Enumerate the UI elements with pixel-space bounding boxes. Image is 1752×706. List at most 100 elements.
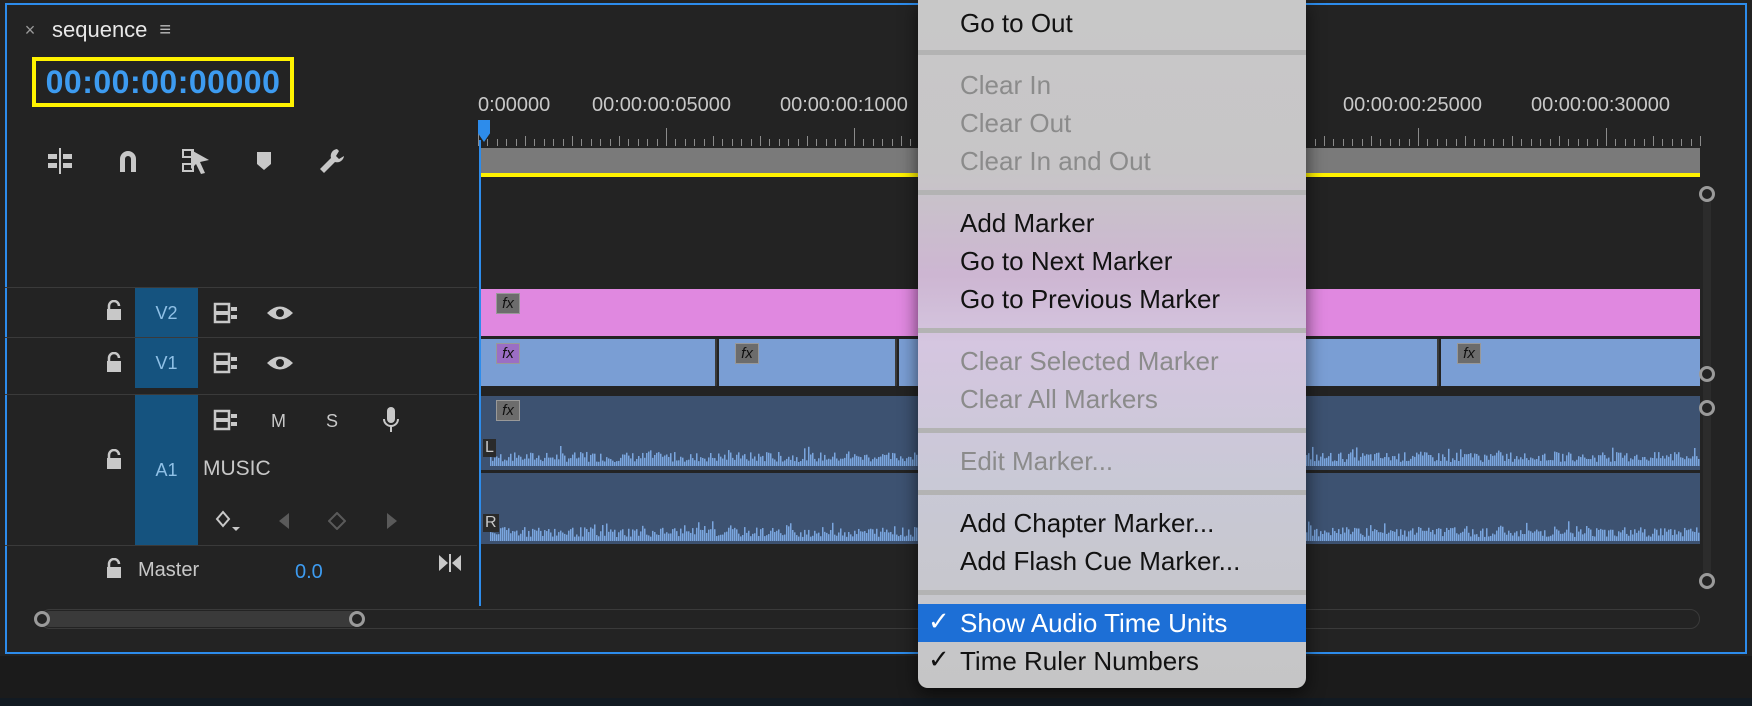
menu-item-go-to-previous-marker[interactable]: Go to Previous Marker [960, 284, 1220, 315]
track-target-v2[interactable]: V2 [135, 288, 198, 338]
add-keyframe-icon[interactable] [328, 512, 346, 530]
waveform-bar [1342, 527, 1344, 541]
scroll-knob[interactable] [1699, 573, 1715, 589]
waveform-bar [1602, 529, 1604, 541]
waveform-bar [766, 452, 768, 466]
waveform-bar [1622, 530, 1624, 541]
waveform-bar [626, 536, 628, 541]
waveform-bar [778, 529, 780, 541]
v1-clip[interactable]: fx [480, 339, 717, 386]
menu-item-add-chapter-marker[interactable]: Add Chapter Marker... [960, 508, 1214, 539]
vertical-scrollbar[interactable] [1703, 190, 1711, 590]
waveform-bar [870, 461, 872, 466]
ruler-tick [1493, 139, 1495, 146]
microphone-icon[interactable] [381, 405, 401, 435]
waveform-bar [1460, 532, 1462, 541]
track-target-v1[interactable]: V1 [135, 338, 198, 388]
waveform-bar [1372, 460, 1374, 466]
waveform-bar [1662, 535, 1664, 541]
waveform-bar [1360, 533, 1362, 541]
menu-item-add-flash-cue-marker[interactable]: Add Flash Cue Marker... [960, 546, 1240, 577]
eye-icon[interactable] [265, 304, 295, 322]
zoom-handle-right[interactable] [349, 611, 365, 627]
wrench-settings-icon[interactable] [314, 143, 350, 179]
ruler-tick [910, 139, 912, 146]
waveform-bar [1570, 453, 1572, 466]
sync-lock-icon[interactable] [213, 302, 239, 324]
mute-button[interactable]: M [271, 411, 286, 432]
zoom-handle-left[interactable] [34, 611, 50, 627]
waveform-bar [580, 527, 582, 541]
waveform-bar [522, 459, 524, 466]
waveform-bar [1642, 532, 1644, 541]
waveform-bar [792, 530, 794, 541]
menu-item-go-to-out[interactable]: Go to Out [960, 8, 1073, 39]
waveform-bar [1576, 459, 1578, 466]
v1-clip[interactable]: fx [719, 339, 897, 386]
playhead-timecode[interactable]: 00:00:00:00000 [32, 57, 294, 107]
waveform-bar [528, 530, 530, 541]
waveform-bar [882, 527, 884, 541]
unlocked-icon[interactable] [105, 449, 123, 471]
scroll-knob[interactable] [1699, 400, 1715, 416]
eye-icon[interactable] [265, 354, 295, 372]
add-marker-icon[interactable] [246, 143, 282, 179]
track-header-a1: A1 M S MUSIC [5, 394, 477, 545]
waveform-bar [738, 452, 740, 466]
waveform-bar [606, 457, 608, 466]
waveform-bar [730, 452, 732, 466]
waveform-bar [1378, 452, 1380, 466]
ruler-tick [525, 136, 526, 146]
waveform-bar [1452, 528, 1454, 541]
close-icon[interactable]: × [20, 20, 40, 41]
waveform-bar [1570, 532, 1572, 541]
waveform-bar [1524, 453, 1526, 466]
unlocked-icon[interactable] [105, 558, 123, 580]
keyframe-dropdown-icon[interactable] [215, 509, 243, 533]
waveform-bar [1404, 452, 1406, 466]
waveform-bar [856, 455, 858, 466]
waveform-bar [760, 529, 762, 541]
menu-item-add-marker[interactable]: Add Marker [960, 208, 1094, 239]
waveform-bar [1426, 452, 1428, 466]
sequence-tab-title[interactable]: sequence [52, 17, 147, 43]
waveform-bar [842, 535, 844, 541]
sync-lock-icon[interactable] [213, 352, 239, 374]
horizontal-scroll-thumb[interactable] [42, 611, 358, 627]
insert-overwrite-sequences-icon[interactable] [42, 143, 78, 179]
master-volume-value[interactable]: 0.0 [295, 561, 323, 584]
waveform-bar [628, 528, 630, 541]
snap-magnet-icon[interactable] [110, 143, 146, 179]
waveform-bar [1534, 459, 1536, 466]
track-name[interactable]: MUSIC [203, 457, 271, 481]
ruler-tick [1418, 128, 1419, 146]
waveform-bar [1344, 461, 1346, 466]
waveform-bar [1686, 530, 1688, 541]
unlocked-icon[interactable] [105, 352, 123, 374]
next-keyframe-icon[interactable] [385, 511, 399, 531]
waveform-bar [900, 534, 902, 541]
waveform-bar [876, 528, 878, 541]
waveform-bar [850, 534, 852, 541]
v1-clip[interactable]: fx [1441, 339, 1700, 386]
sync-lock-icon[interactable] [213, 409, 239, 431]
scroll-knob[interactable] [1699, 366, 1715, 382]
waveform-bar [1452, 458, 1454, 466]
waveform-bar [1386, 453, 1388, 466]
expand-collapse-icon[interactable] [437, 552, 463, 574]
menu-item-show-audio-time-units[interactable]: Show Audio Time Units [960, 608, 1227, 639]
linked-selection-icon[interactable] [178, 143, 214, 179]
waveform-bar [644, 457, 646, 466]
scroll-knob[interactable] [1699, 186, 1715, 202]
waveform-bar [756, 460, 758, 466]
panel-menu-icon[interactable]: ≡ [159, 19, 171, 42]
solo-button[interactable]: S [326, 411, 338, 432]
waveform-bar [534, 529, 536, 541]
waveform-bar [566, 534, 568, 541]
unlocked-icon[interactable] [105, 300, 123, 322]
waveform-bar [622, 529, 624, 541]
previous-keyframe-icon[interactable] [277, 511, 291, 531]
menu-item-go-to-next-marker[interactable]: Go to Next Marker [960, 246, 1172, 277]
track-target-a1[interactable]: A1 [135, 395, 198, 545]
menu-item-time-ruler-numbers[interactable]: Time Ruler Numbers [960, 646, 1199, 677]
